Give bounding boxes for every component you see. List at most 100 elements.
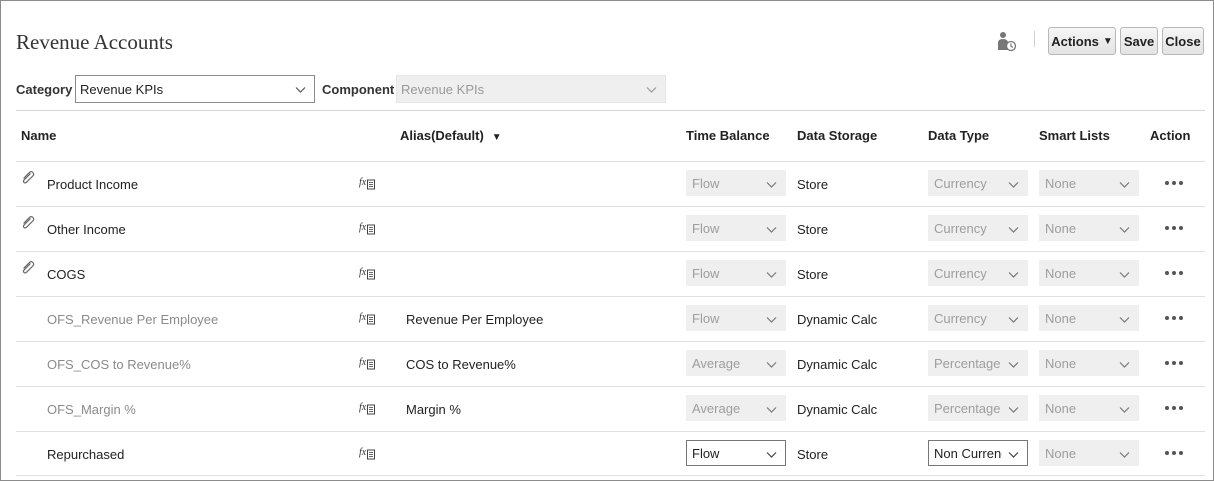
time-balance-select: Flow [686, 215, 786, 241]
column-header-time-balance[interactable]: Time Balance [686, 128, 770, 143]
account-name[interactable]: Other Income [47, 222, 126, 237]
smart-list-value: None [1045, 265, 1077, 281]
paperclip-icon [22, 216, 35, 229]
chevron-down-icon [1119, 227, 1130, 233]
row-actions-more-icon[interactable] [1164, 450, 1184, 456]
chevron-down-icon [766, 227, 777, 233]
column-header-smart-lists[interactable]: Smart Lists [1039, 128, 1110, 143]
time-balance-select: Average [686, 395, 786, 421]
member-formula-icon[interactable]: fx [359, 356, 376, 370]
data-type-select: Currency [928, 170, 1028, 196]
time-balance-select[interactable]: Flow [686, 440, 786, 466]
row-actions-more-icon[interactable] [1164, 180, 1184, 186]
column-header-action: Action [1150, 128, 1191, 143]
chevron-down-icon [1008, 227, 1019, 233]
component-select: Revenue KPIs [396, 75, 666, 103]
account-name[interactable]: OFS_Revenue Per Employee [47, 312, 218, 327]
sort-descending-icon[interactable]: ▼ [492, 132, 502, 143]
data-type-value: Currency [934, 220, 987, 236]
svg-text:fx: fx [359, 267, 367, 278]
chevron-down-icon [1008, 317, 1019, 323]
time-balance-value: Flow [692, 310, 720, 326]
smart-list-value: None [1045, 355, 1077, 371]
data-storage-value[interactable]: Store [797, 177, 828, 192]
alias-value[interactable]: Margin % [406, 402, 461, 417]
svg-text:fx: fx [359, 447, 367, 458]
time-balance-value: Flow [692, 220, 720, 236]
member-formula-icon[interactable]: fx [359, 176, 376, 190]
chevron-down-icon [766, 407, 777, 413]
chevron-down-icon [766, 182, 777, 188]
account-name[interactable]: Repurchased [47, 447, 124, 462]
data-type-select: Percentage [928, 395, 1028, 421]
member-formula-icon[interactable]: fx [359, 311, 376, 325]
component-select-value: Revenue KPIs [401, 81, 485, 97]
data-type-select: Percentage [928, 350, 1028, 376]
row-actions-more-icon[interactable] [1164, 270, 1184, 276]
chevron-down-icon [766, 317, 777, 323]
data-storage-value[interactable]: Store [797, 222, 828, 237]
revenue-accounts-panel: Revenue Accounts Actions ▼ Save Close Ca… [0, 0, 1214, 481]
time-balance-value: Flow [692, 175, 720, 191]
data-type-value: Currency [934, 310, 987, 326]
time-balance-select: Average [686, 350, 786, 376]
close-button[interactable]: Close [1162, 27, 1204, 55]
alias-value[interactable]: Revenue Per Employee [406, 312, 543, 327]
smart-list-select: None [1039, 350, 1139, 376]
member-formula-icon[interactable]: fx [359, 266, 376, 280]
actions-button-label: Actions [1051, 33, 1099, 49]
chevron-down-icon [1008, 452, 1019, 458]
smart-list-value: None [1045, 310, 1077, 326]
smart-list-value: None [1045, 445, 1077, 461]
data-type-value: Percentage [934, 355, 1001, 371]
member-formula-icon[interactable]: fx [359, 401, 376, 415]
column-header-data-type[interactable]: Data Type [928, 128, 989, 143]
data-type-select: Currency [928, 305, 1028, 331]
category-select[interactable]: Revenue KPIs [75, 75, 315, 103]
data-type-select: Currency [928, 215, 1028, 241]
column-header-alias[interactable]: Alias(Default) ▼ [400, 128, 502, 143]
row-actions-more-icon[interactable] [1164, 225, 1184, 231]
account-name[interactable]: COGS [47, 267, 85, 282]
member-properties-icon[interactable] [997, 31, 1017, 53]
data-type-value: Currency [934, 265, 987, 281]
actions-button[interactable]: Actions ▼ [1048, 27, 1116, 55]
chevron-down-icon [1119, 407, 1130, 413]
time-balance-select: Flow [686, 305, 786, 331]
data-type-select: Currency [928, 260, 1028, 286]
row-divider [16, 206, 1205, 207]
smart-list-select: None [1039, 395, 1139, 421]
row-actions-more-icon[interactable] [1164, 315, 1184, 321]
save-button[interactable]: Save [1120, 27, 1158, 55]
alias-value[interactable]: COS to Revenue% [406, 357, 516, 372]
data-type-value: Non Currency [934, 445, 1002, 461]
smart-list-select: None [1039, 170, 1139, 196]
member-formula-icon[interactable]: fx [359, 221, 376, 235]
component-label: Component [322, 82, 395, 97]
time-balance-value: Average [692, 355, 741, 371]
smart-list-select: None [1039, 440, 1139, 466]
smart-list-select: None [1039, 215, 1139, 241]
data-type-select[interactable]: Non Currency [928, 440, 1028, 466]
row-divider [16, 296, 1205, 297]
account-name[interactable]: OFS_COS to Revenue% [47, 357, 191, 372]
row-divider [16, 161, 1205, 162]
chevron-down-icon [766, 362, 777, 368]
data-storage-value[interactable]: Dynamic Calc [797, 402, 877, 417]
data-type-value: Percentage [934, 400, 1001, 416]
account-name[interactable]: Product Income [47, 177, 138, 192]
chevron-down-icon [1008, 182, 1019, 188]
data-storage-value[interactable]: Store [797, 267, 828, 282]
column-header-data-storage[interactable]: Data Storage [797, 128, 877, 143]
data-storage-value[interactable]: Dynamic Calc [797, 312, 877, 327]
data-storage-value[interactable]: Store [797, 447, 828, 462]
member-formula-icon[interactable]: fx [359, 446, 376, 460]
chevron-down-icon [1119, 317, 1130, 323]
row-actions-more-icon[interactable] [1164, 360, 1184, 366]
chevron-down-icon [1008, 362, 1019, 368]
data-storage-value[interactable]: Dynamic Calc [797, 357, 877, 372]
chevron-down-icon [1119, 182, 1130, 188]
column-header-name[interactable]: Name [21, 128, 56, 143]
account-name[interactable]: OFS_Margin % [47, 402, 136, 417]
row-actions-more-icon[interactable] [1164, 405, 1184, 411]
